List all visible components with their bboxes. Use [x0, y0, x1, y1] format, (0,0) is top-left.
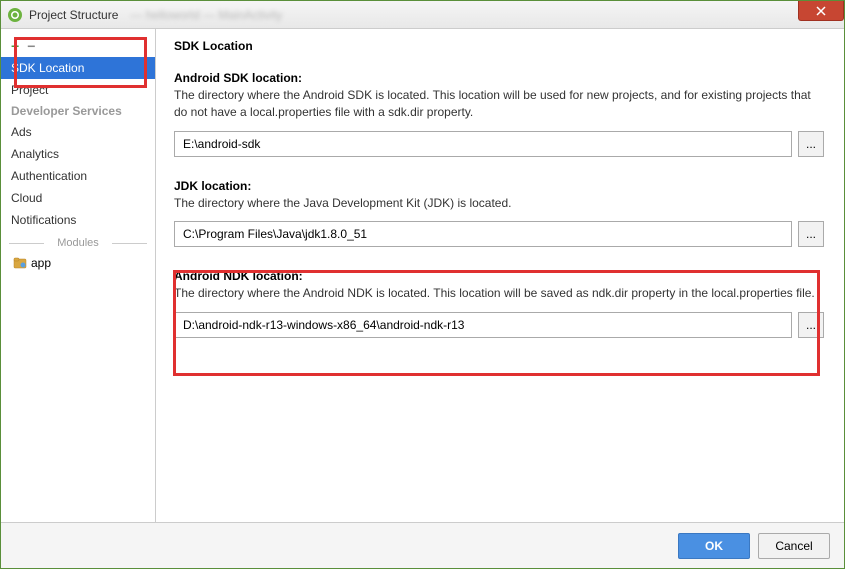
dialog-footer: OK Cancel [1, 522, 844, 568]
titlebar: Project Structure — helloworld — MainAct… [1, 1, 844, 29]
sidebar-toolbar: + − [1, 37, 155, 55]
module-icon [13, 256, 27, 270]
sidebar-item-authentication[interactable]: Authentication [1, 165, 155, 187]
content-pane: SDK Location Android SDK location: The d… [156, 29, 844, 522]
cancel-button[interactable]: Cancel [758, 533, 830, 559]
ndk-path-input[interactable] [174, 312, 792, 338]
sidebar-item-sdk-location[interactable]: SDK Location [1, 57, 155, 79]
sidebar-module-app[interactable]: app [9, 253, 147, 273]
jdk-browse-button[interactable]: ... [798, 221, 824, 247]
jdk-description: The directory where the Java Development… [174, 195, 824, 212]
jdk-heading: JDK location: [174, 179, 824, 193]
close-button[interactable] [798, 1, 844, 21]
sdk-description: The directory where the Android SDK is l… [174, 87, 824, 121]
app-icon [7, 7, 23, 23]
sdk-path-input[interactable] [174, 131, 792, 157]
remove-icon[interactable]: − [27, 38, 35, 54]
ok-button[interactable]: OK [678, 533, 750, 559]
window-title: Project Structure [29, 8, 118, 22]
sidebar-item-label: Notifications [11, 213, 76, 227]
sidebar-item-label: Ads [11, 125, 32, 139]
sdk-browse-button[interactable]: ... [798, 131, 824, 157]
window-subtitle-blur: — helloworld — MainActivity [130, 8, 282, 22]
sidebar-item-label: SDK Location [11, 61, 84, 75]
ndk-heading: Android NDK location: [174, 269, 824, 283]
sidebar-item-label: Authentication [11, 169, 87, 183]
sidebar-item-notifications[interactable]: Notifications [1, 209, 155, 231]
sidebar-item-cloud[interactable]: Cloud [1, 187, 155, 209]
ndk-description: The directory where the Android NDK is l… [174, 285, 824, 302]
sidebar-item-label: Analytics [11, 147, 59, 161]
sidebar-item-ads[interactable]: Ads [1, 121, 155, 143]
sidebar-item-label: Cloud [11, 191, 42, 205]
sidebar-item-project[interactable]: Project [1, 79, 155, 101]
sidebar-heading-dev-services: Developer Services [1, 101, 155, 121]
add-icon[interactable]: + [11, 38, 19, 54]
jdk-path-input[interactable] [174, 221, 792, 247]
module-label: app [31, 256, 51, 270]
ndk-browse-button[interactable]: ... [798, 312, 824, 338]
sidebar-heading-modules: Modules [9, 237, 147, 249]
page-title: SDK Location [174, 39, 824, 53]
sidebar-item-label: Project [11, 83, 48, 97]
sidebar: + − SDK Location Project Developer Servi… [1, 29, 156, 522]
close-icon [816, 6, 826, 16]
sidebar-item-analytics[interactable]: Analytics [1, 143, 155, 165]
sdk-heading: Android SDK location: [174, 71, 824, 85]
